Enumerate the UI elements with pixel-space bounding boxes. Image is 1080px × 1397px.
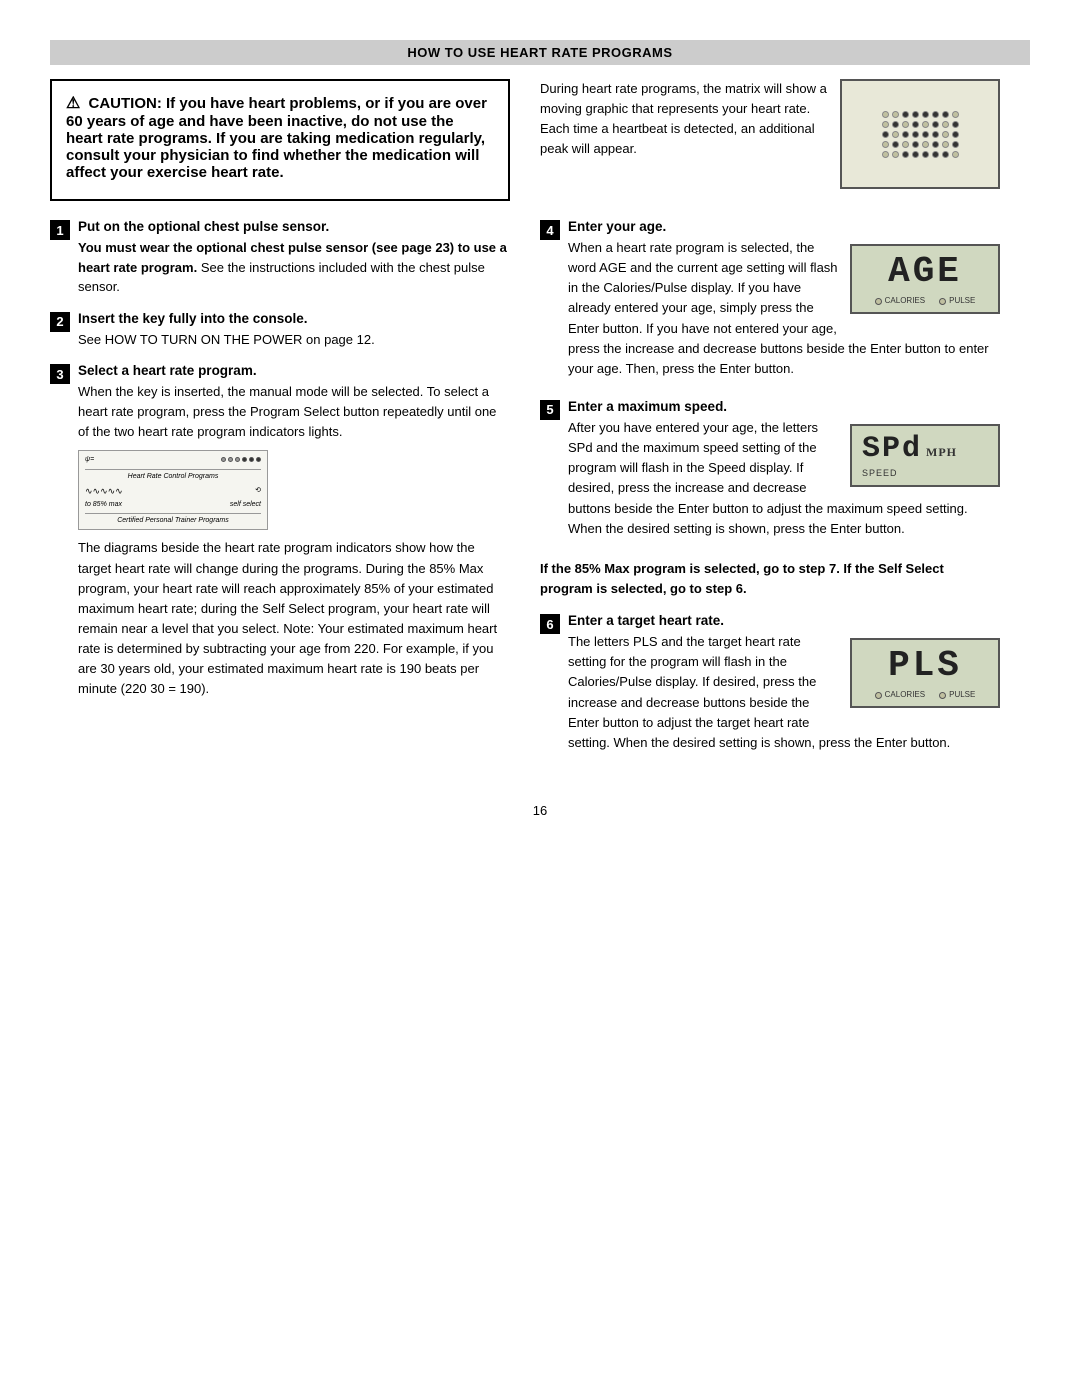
step-3-body: When the key is inserted, the manual mod… bbox=[78, 382, 510, 700]
panel-label3: to 85% max bbox=[85, 500, 122, 511]
two-col-layout: ⚠ CAUTION: If you have heart problems, o… bbox=[50, 79, 1030, 773]
step-2: 2 Insert the key fully into the console.… bbox=[50, 311, 510, 350]
step-3-content: Select a heart rate program. When the ke… bbox=[78, 363, 510, 706]
step-4-body: AGE CALORIES PULSE bbox=[568, 238, 1000, 385]
section-header: HOW TO USE HEART RATE PROGRAMS bbox=[50, 40, 1030, 65]
step-4-content: Enter your age. AGE CALORIES bbox=[568, 219, 1000, 385]
step-3-title: Select a heart rate program. bbox=[78, 363, 510, 378]
calories-indicator bbox=[875, 298, 882, 305]
step-1-title: Put on the optional chest pulse sensor. bbox=[78, 219, 510, 234]
speed-lcd-display: SPd MPH SPEED bbox=[850, 424, 1000, 488]
step-5: 5 Enter a maximum speed. SPd MPH SP bbox=[540, 399, 1000, 545]
left-column: ⚠ CAUTION: If you have heart problems, o… bbox=[50, 79, 510, 773]
speed-display-digits: SPd MPH bbox=[862, 434, 957, 464]
step-1: 1 Put on the optional chest pulse sensor… bbox=[50, 219, 510, 297]
pls-display-labels: CALORIES PULSE bbox=[875, 689, 976, 701]
step-1-body: You must wear the optional chest pulse s… bbox=[78, 238, 510, 297]
pls-calories-indicator bbox=[875, 692, 882, 699]
panel-label2: Certified Personal Trainer Programs bbox=[117, 516, 229, 527]
panel-label4: self select bbox=[230, 500, 261, 511]
step-5-title: Enter a maximum speed. bbox=[568, 399, 1000, 414]
warning-icon: ⚠ bbox=[66, 95, 80, 112]
panel-dots-row1 bbox=[221, 457, 261, 462]
step-number-4: 4 bbox=[540, 220, 560, 240]
step-6-body: PLS CALORIES PULSE bbox=[568, 632, 1000, 759]
page-number: 16 bbox=[50, 803, 1030, 818]
speed-label: SPEED bbox=[862, 467, 898, 481]
step-number-1: 1 bbox=[50, 220, 70, 240]
step-6-title: Enter a target heart rate. bbox=[568, 613, 1000, 628]
step-3: 3 Select a heart rate program. When the … bbox=[50, 363, 510, 706]
step-number-2: 2 bbox=[50, 312, 70, 332]
step-2-content: Insert the key fully into the console. S… bbox=[78, 311, 510, 350]
step-2-title: Insert the key fully into the console. bbox=[78, 311, 510, 326]
speed-unit: MPH bbox=[926, 446, 957, 458]
step-1-content: Put on the optional chest pulse sensor. … bbox=[78, 219, 510, 297]
panel-wave: ∿∿∿∿∿ bbox=[85, 485, 123, 499]
pls-lcd-display: PLS CALORIES PULSE bbox=[850, 638, 1000, 708]
pls-display-digits: PLS bbox=[888, 648, 962, 684]
caution-box: ⚠ CAUTION: If you have heart problems, o… bbox=[50, 79, 510, 201]
step-4: 4 Enter your age. AGE CALORI bbox=[540, 219, 1000, 385]
age-display-digits: AGE bbox=[888, 254, 962, 290]
step-5-content: Enter a maximum speed. SPd MPH SPEED Aft… bbox=[568, 399, 1000, 545]
step-number-6: 6 bbox=[540, 614, 560, 634]
step-2-body: See HOW TO TURN ON THE POWER on page 12. bbox=[78, 330, 510, 350]
step-5-body: SPd MPH SPEED After you have entered you… bbox=[568, 418, 1000, 545]
caution-title: ⚠ CAUTION: If you have heart problems, o… bbox=[66, 93, 494, 181]
page-container: HOW TO USE HEART RATE PROGRAMS ⚠ CAUTION… bbox=[50, 40, 1030, 818]
matrix-display bbox=[840, 79, 1000, 189]
control-panel-image: ψ= Heart bbox=[78, 450, 268, 530]
step-6-content: Enter a target heart rate. PLS CALORIES bbox=[568, 613, 1000, 759]
pulse-indicator bbox=[939, 298, 946, 305]
age-display-labels: CALORIES PULSE bbox=[875, 295, 976, 307]
step-6: 6 Enter a target heart rate. PLS bbox=[540, 613, 1000, 759]
right-column: During heart rate programs, the matrix w… bbox=[540, 79, 1000, 773]
panel-label1: Heart Rate Control Programs bbox=[128, 472, 219, 483]
step-4-title: Enter your age. bbox=[568, 219, 1000, 234]
right-col-top: During heart rate programs, the matrix w… bbox=[540, 79, 1000, 203]
step-number-5: 5 bbox=[540, 400, 560, 420]
step-number-3: 3 bbox=[50, 364, 70, 384]
age-lcd-display: AGE CALORIES PULSE bbox=[850, 244, 1000, 314]
pls-pulse-indicator bbox=[939, 692, 946, 699]
bold-intermediate-text: If the 85% Max program is selected, go t… bbox=[540, 559, 1000, 599]
